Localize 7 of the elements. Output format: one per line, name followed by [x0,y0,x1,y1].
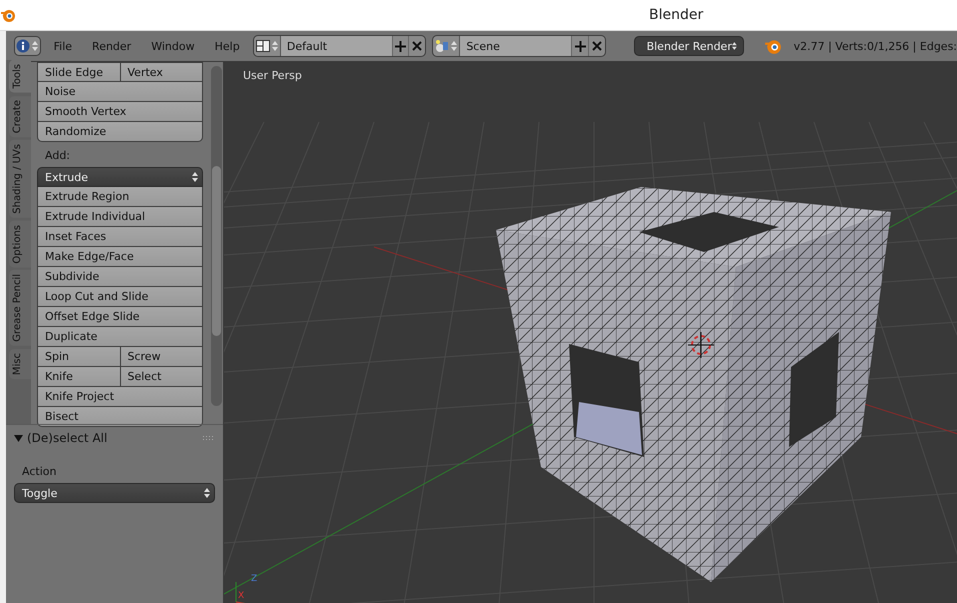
field-label: Action [21,464,58,480]
axis-label: X [238,591,244,601]
window-title: Blender [649,7,704,23]
section-label: Add: [44,148,72,164]
axis-label: Z [251,574,258,584]
view-label: User Persp [243,69,302,82]
scene-stats: v2.77 | Verts:0/1,256 | Edges: [794,40,957,52]
